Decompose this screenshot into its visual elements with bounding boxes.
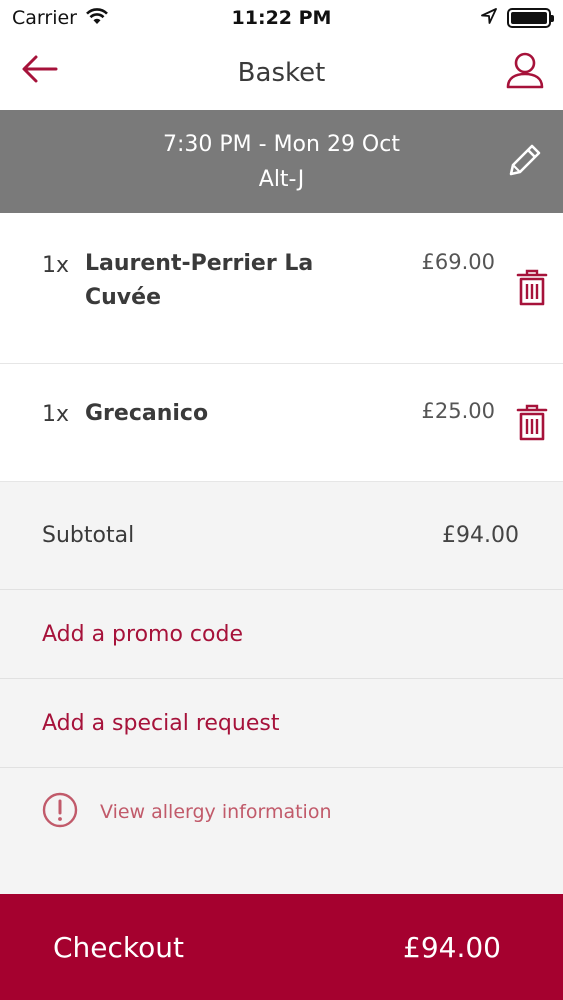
- basket-item: 1x Grecanico £25.00: [0, 364, 563, 482]
- subtotal-row: Subtotal £94.00: [0, 482, 563, 590]
- status-bar: Carrier 11:22 PM: [0, 0, 563, 36]
- allergy-info-link[interactable]: View allergy information: [0, 768, 563, 856]
- status-right: [481, 7, 554, 29]
- basket-item: 1x Laurent-Perrier La Cuvée £69.00: [0, 213, 563, 364]
- checkout-button[interactable]: Checkout £94.00: [0, 894, 563, 1000]
- battery-icon: [507, 8, 554, 28]
- page-title: Basket: [237, 58, 326, 88]
- add-special-request-link[interactable]: Add a special request: [0, 679, 563, 768]
- status-time: 11:22 PM: [231, 7, 332, 29]
- checkout-label: Checkout: [53, 930, 184, 964]
- back-arrow-icon[interactable]: [20, 52, 60, 86]
- trash-icon[interactable]: [516, 267, 548, 307]
- booking-datetime: 7:30 PM - Mon 29 Oct: [163, 131, 400, 157]
- nav-bar: Basket: [0, 36, 563, 110]
- trash-icon[interactable]: [516, 402, 548, 442]
- booking-banner: 7:30 PM - Mon 29 Oct Alt-J: [0, 110, 563, 213]
- item-quantity: 1x: [42, 402, 70, 427]
- user-icon[interactable]: [505, 50, 545, 90]
- add-promo-code-link[interactable]: Add a promo code: [0, 590, 563, 679]
- item-quantity: 1x: [42, 253, 70, 278]
- special-request-label: Add a special request: [42, 710, 280, 736]
- item-price: £25.00: [421, 399, 495, 423]
- summary-section: Subtotal £94.00 Add a promo code Add a s…: [0, 482, 563, 894]
- subtotal-value: £94.00: [442, 523, 519, 548]
- allergy-label: View allergy information: [100, 801, 332, 823]
- item-name: Laurent-Perrier La Cuvée: [85, 251, 314, 310]
- location-arrow-icon: [481, 7, 497, 29]
- promo-label: Add a promo code: [42, 621, 243, 647]
- pencil-icon[interactable]: [503, 140, 545, 182]
- checkout-total: £94.00: [403, 930, 501, 964]
- booking-event: Alt-J: [258, 166, 305, 192]
- subtotal-label: Subtotal: [42, 523, 135, 548]
- item-price: £69.00: [421, 250, 495, 274]
- alert-circle-icon: [42, 792, 78, 833]
- item-name: Grecanico: [85, 401, 209, 426]
